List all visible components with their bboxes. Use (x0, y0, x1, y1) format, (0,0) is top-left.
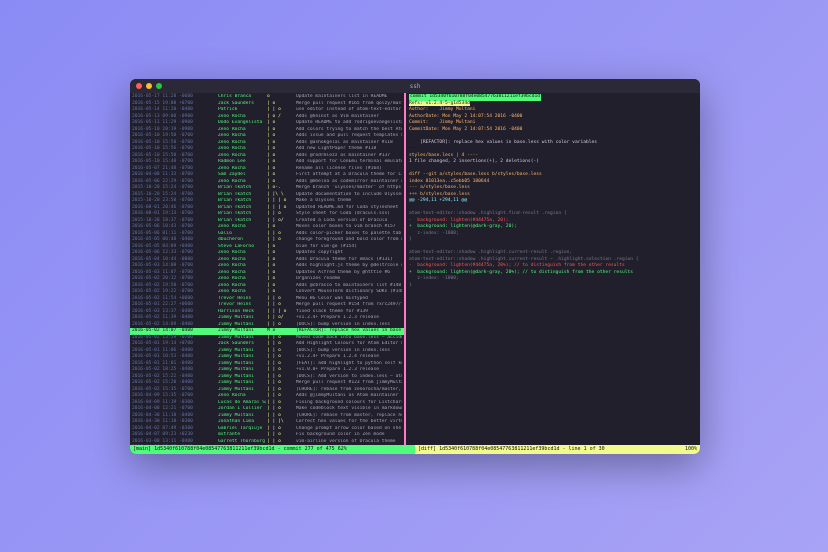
content-area: 2016-05-17 11:28 -0600Chris BrancaoUpdat… (130, 93, 700, 445)
git-log-panel[interactable]: 2016-05-17 11:28 -0600Chris BrancaoUpdat… (130, 93, 404, 445)
status-bar: [main] 1d5340f610788f04e08547763811211ef… (130, 445, 700, 454)
status-right-pct: 100% (685, 445, 697, 454)
status-right: [diff] 1d5340f610788f04e08547763811211ef… (415, 445, 700, 454)
titlebar[interactable]: ssh (130, 79, 700, 93)
diff-panel[interactable]: commit 1d5340f610788f04e08547763811211ef… (404, 93, 700, 445)
window-title: ssh (130, 83, 700, 90)
status-right-text: [diff] 1d5340f610788f04e08547763811211ef… (418, 445, 605, 454)
terminal-window: ssh 2016-05-17 11:28 -0600Chris BrancaoU… (130, 79, 700, 454)
status-left: [main] 1d5340f610788f04e08547763811211ef… (130, 445, 415, 454)
diff-content: commit 1d5340f610788f04e08547763811211ef… (409, 94, 697, 289)
log-list[interactable]: 2016-05-17 11:28 -0600Chris BrancaoUpdat… (130, 93, 404, 445)
